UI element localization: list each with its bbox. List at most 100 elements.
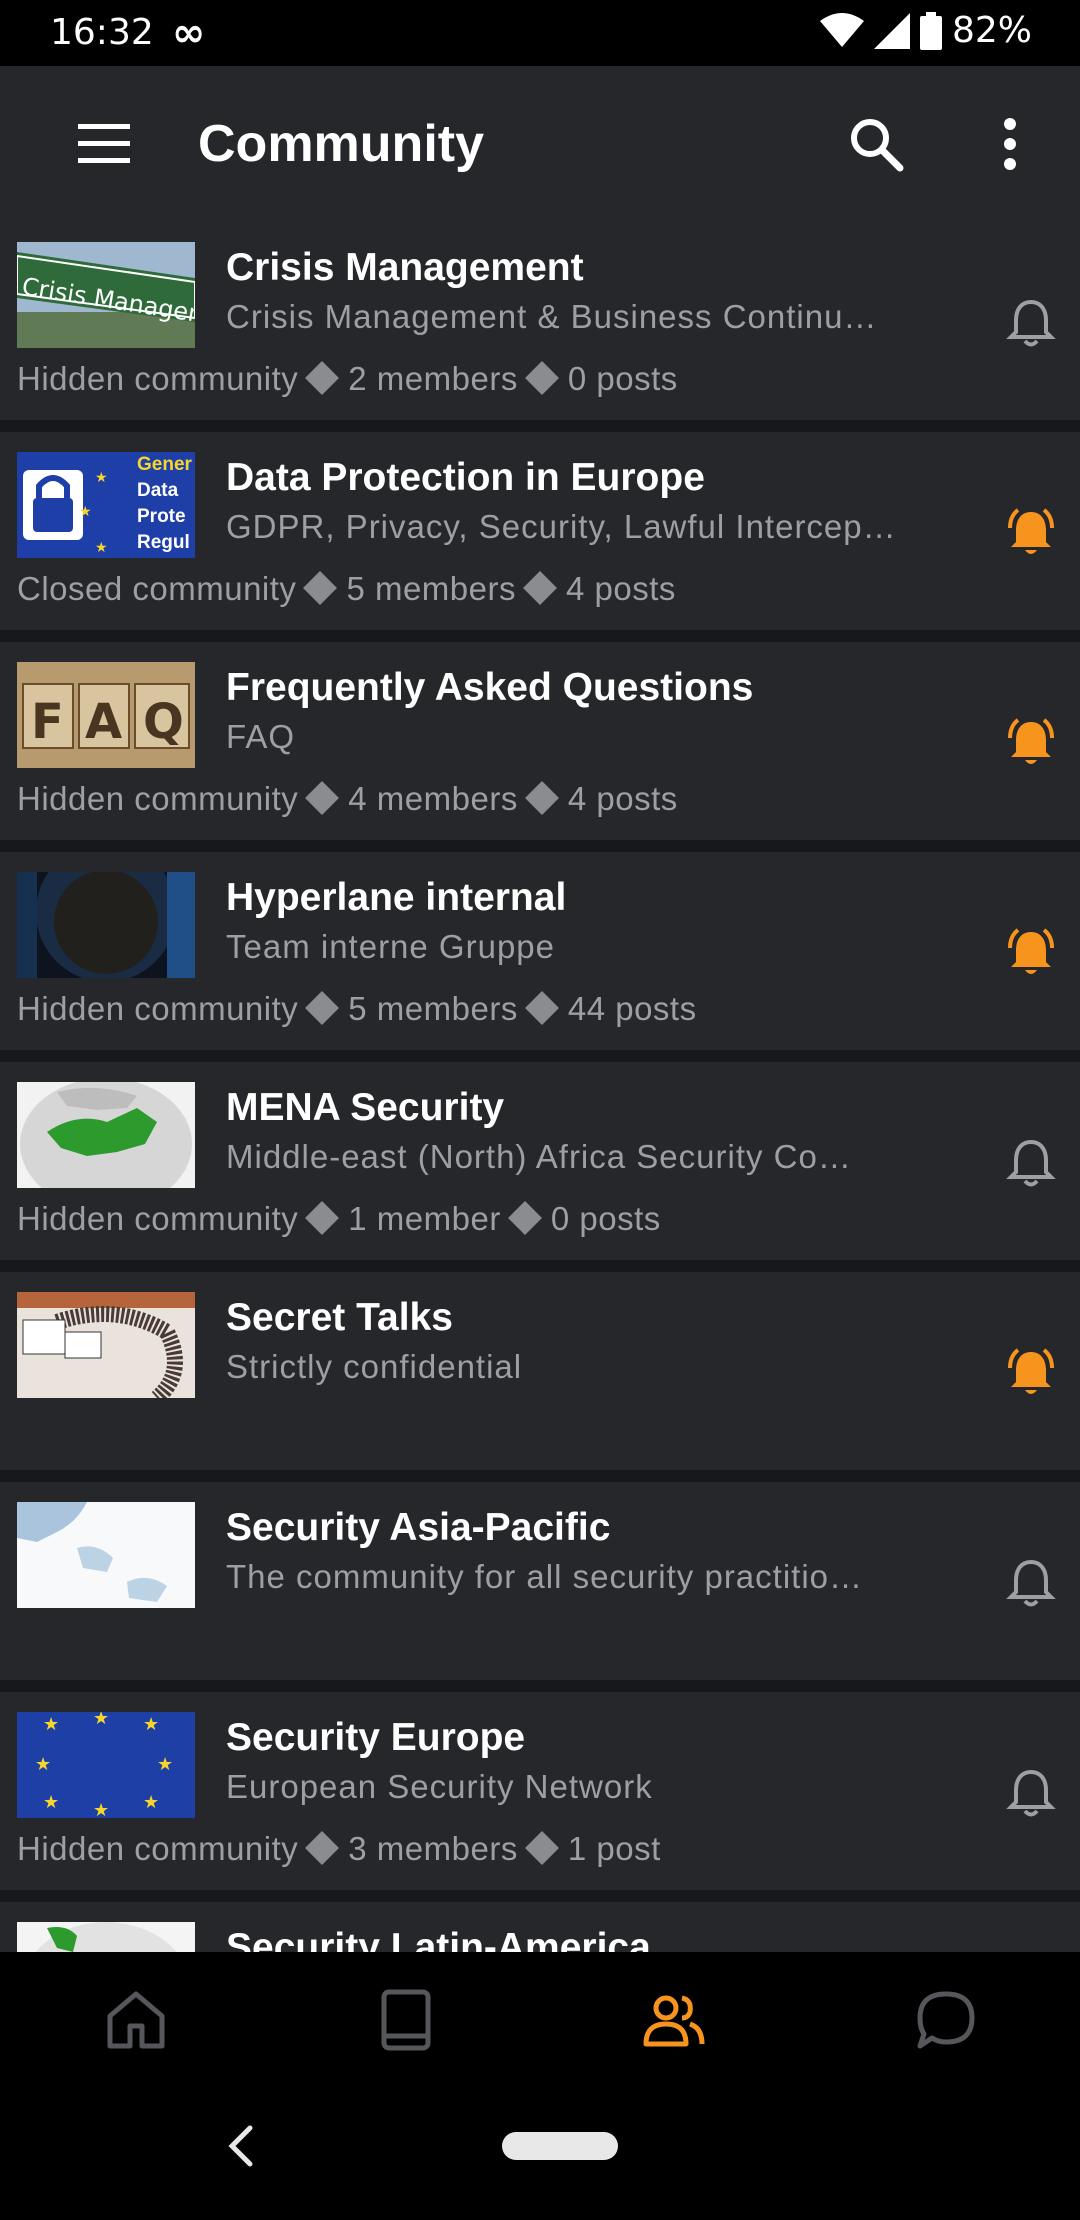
community-name: Security Asia-Pacific	[226, 1506, 611, 1549]
community-type: Hidden community	[17, 780, 299, 817]
community-meta: Hidden community 5 members 44 posts	[17, 990, 697, 1028]
bell-outline-icon[interactable]	[1004, 1136, 1058, 1190]
separator-icon	[305, 361, 340, 395]
community-type: Hidden community	[17, 990, 299, 1027]
separator-icon	[524, 781, 559, 815]
member-count: 5 members	[348, 990, 518, 1027]
home-gesture-pill[interactable]	[502, 2132, 618, 2160]
svg-text:★: ★	[95, 470, 108, 486]
svg-text:★: ★	[43, 1792, 59, 1813]
svg-text:★: ★	[43, 1714, 59, 1735]
bell-outline-icon[interactable]	[1004, 1556, 1058, 1610]
app-bar: Community	[0, 66, 1080, 224]
community-thumbnail	[17, 1082, 195, 1188]
bell-outline-icon[interactable]	[1004, 296, 1058, 350]
battery-percent: 82%	[951, 10, 1032, 51]
community-name: Data Protection in Europe	[226, 456, 705, 499]
book-icon[interactable]	[374, 1988, 438, 2052]
chat-bubble-icon[interactable]	[914, 1988, 978, 2052]
community-name: Frequently Asked Questions	[226, 666, 754, 709]
community-description: FAQ	[226, 718, 296, 755]
community-card[interactable]: Security Latin-America	[0, 1902, 1080, 1952]
member-count: 1 member	[348, 1200, 501, 1237]
member-count: 4 members	[348, 780, 518, 817]
post-count: 0 posts	[550, 1200, 661, 1237]
separator-icon	[305, 1831, 340, 1865]
community-list: Crisis Manageme Crisis Management Crisis…	[0, 222, 1080, 1952]
community-type: Hidden community	[17, 1200, 299, 1237]
post-count: 44 posts	[567, 990, 697, 1027]
bell-ringing-icon[interactable]	[1004, 716, 1058, 770]
separator-icon	[305, 1201, 340, 1235]
status-bar: 16:32 ∞ 82%	[0, 0, 1080, 66]
community-thumbnail	[17, 1292, 195, 1398]
separator-icon	[303, 571, 338, 605]
community-card[interactable]: MENA Security Middle-east (North) Africa…	[0, 1062, 1080, 1260]
community-description: Crisis Management & Business Continu…	[226, 298, 878, 335]
svg-text:★: ★	[143, 1714, 159, 1735]
community-name: Hyperlane internal	[226, 876, 567, 919]
thumbnail-text: Gener	[137, 454, 193, 475]
member-count: 5 members	[346, 570, 516, 607]
signal-icon	[873, 12, 910, 49]
bell-ringing-icon[interactable]	[1004, 926, 1058, 980]
community-description: Team interne Gruppe	[226, 928, 556, 965]
community-card[interactable]: F A Q Frequently Asked Questions FAQ Hid…	[0, 642, 1080, 840]
overflow-menu-icon[interactable]	[996, 114, 1024, 174]
community-card[interactable]: Secret Talks Strictly confidential	[0, 1272, 1080, 1470]
community-thumbnail: ★ ★ ★ Gener Data Prote Regul	[17, 452, 195, 558]
search-icon[interactable]	[846, 114, 906, 174]
bell-outline-icon[interactable]	[1004, 1766, 1058, 1820]
community-meta: Closed community 5 members 4 posts	[17, 570, 676, 608]
community-thumbnail: ★ ★ ★ ★ ★ ★ ★ ★	[17, 1712, 195, 1818]
community-card[interactable]: Hyperlane internal Team interne Gruppe H…	[0, 852, 1080, 1050]
community-description: Middle-east (North) Africa Security Co…	[226, 1138, 852, 1175]
community-type: Closed community	[17, 570, 297, 607]
thumbnail-text: Data	[137, 480, 179, 501]
community-thumbnail: F A Q	[17, 662, 195, 768]
separator-icon	[507, 1201, 542, 1235]
svg-text:★: ★	[93, 1712, 109, 1729]
page-title: Community	[198, 115, 484, 173]
bell-ringing-icon[interactable]	[1004, 506, 1058, 560]
separator-icon	[524, 991, 559, 1025]
community-thumbnail	[17, 1922, 195, 1952]
community-thumbnail	[17, 872, 195, 978]
svg-text:★: ★	[157, 1754, 173, 1775]
bell-ringing-icon[interactable]	[1004, 1346, 1058, 1400]
post-count: 4 posts	[566, 570, 676, 607]
people-icon[interactable]	[642, 1988, 706, 2052]
community-name: Secret Talks	[226, 1296, 453, 1339]
post-count: 0 posts	[567, 360, 678, 397]
community-meta: Hidden community 3 members 1 post	[17, 1830, 661, 1868]
community-name: Security Europe	[226, 1716, 526, 1759]
community-type: Hidden community	[17, 1830, 299, 1867]
separator-icon	[305, 991, 340, 1025]
thumbnail-text: Prote	[137, 506, 186, 527]
member-count: 3 members	[348, 1830, 518, 1867]
system-navigation-bar	[0, 2090, 1080, 2220]
separator-icon	[524, 1831, 559, 1865]
community-card[interactable]: ★ ★ ★ ★ ★ ★ ★ ★ Security Europe European Secu…	[0, 1692, 1080, 1890]
thumbnail-text: Regul	[137, 532, 190, 553]
link-icon: ∞	[172, 10, 206, 56]
bottom-navigation	[0, 1952, 1080, 2090]
separator-icon	[305, 781, 340, 815]
community-card[interactable]: ★ ★ ★ Gener Data Prote Regul Data Protec…	[0, 432, 1080, 630]
hamburger-menu-icon[interactable]	[78, 124, 130, 164]
community-card[interactable]: Crisis Manageme Crisis Management Crisis…	[0, 222, 1080, 420]
svg-text:★: ★	[79, 504, 92, 520]
community-name: Crisis Management	[226, 246, 584, 289]
community-type: Hidden community	[17, 360, 299, 397]
community-name: Security Latin-America	[226, 1926, 651, 1952]
community-description: Strictly confidential	[226, 1348, 523, 1385]
community-card[interactable]: Security Asia-Pacific The community for …	[0, 1482, 1080, 1680]
community-thumbnail	[17, 1502, 195, 1608]
back-icon[interactable]	[222, 2122, 258, 2170]
community-thumbnail: Crisis Manageme	[17, 242, 195, 348]
community-description: The community for all security practitio…	[226, 1558, 864, 1595]
status-indicators: 82%	[819, 10, 1032, 51]
member-count: 2 members	[348, 360, 518, 397]
battery-icon	[919, 11, 942, 50]
home-icon[interactable]	[104, 1988, 168, 2052]
